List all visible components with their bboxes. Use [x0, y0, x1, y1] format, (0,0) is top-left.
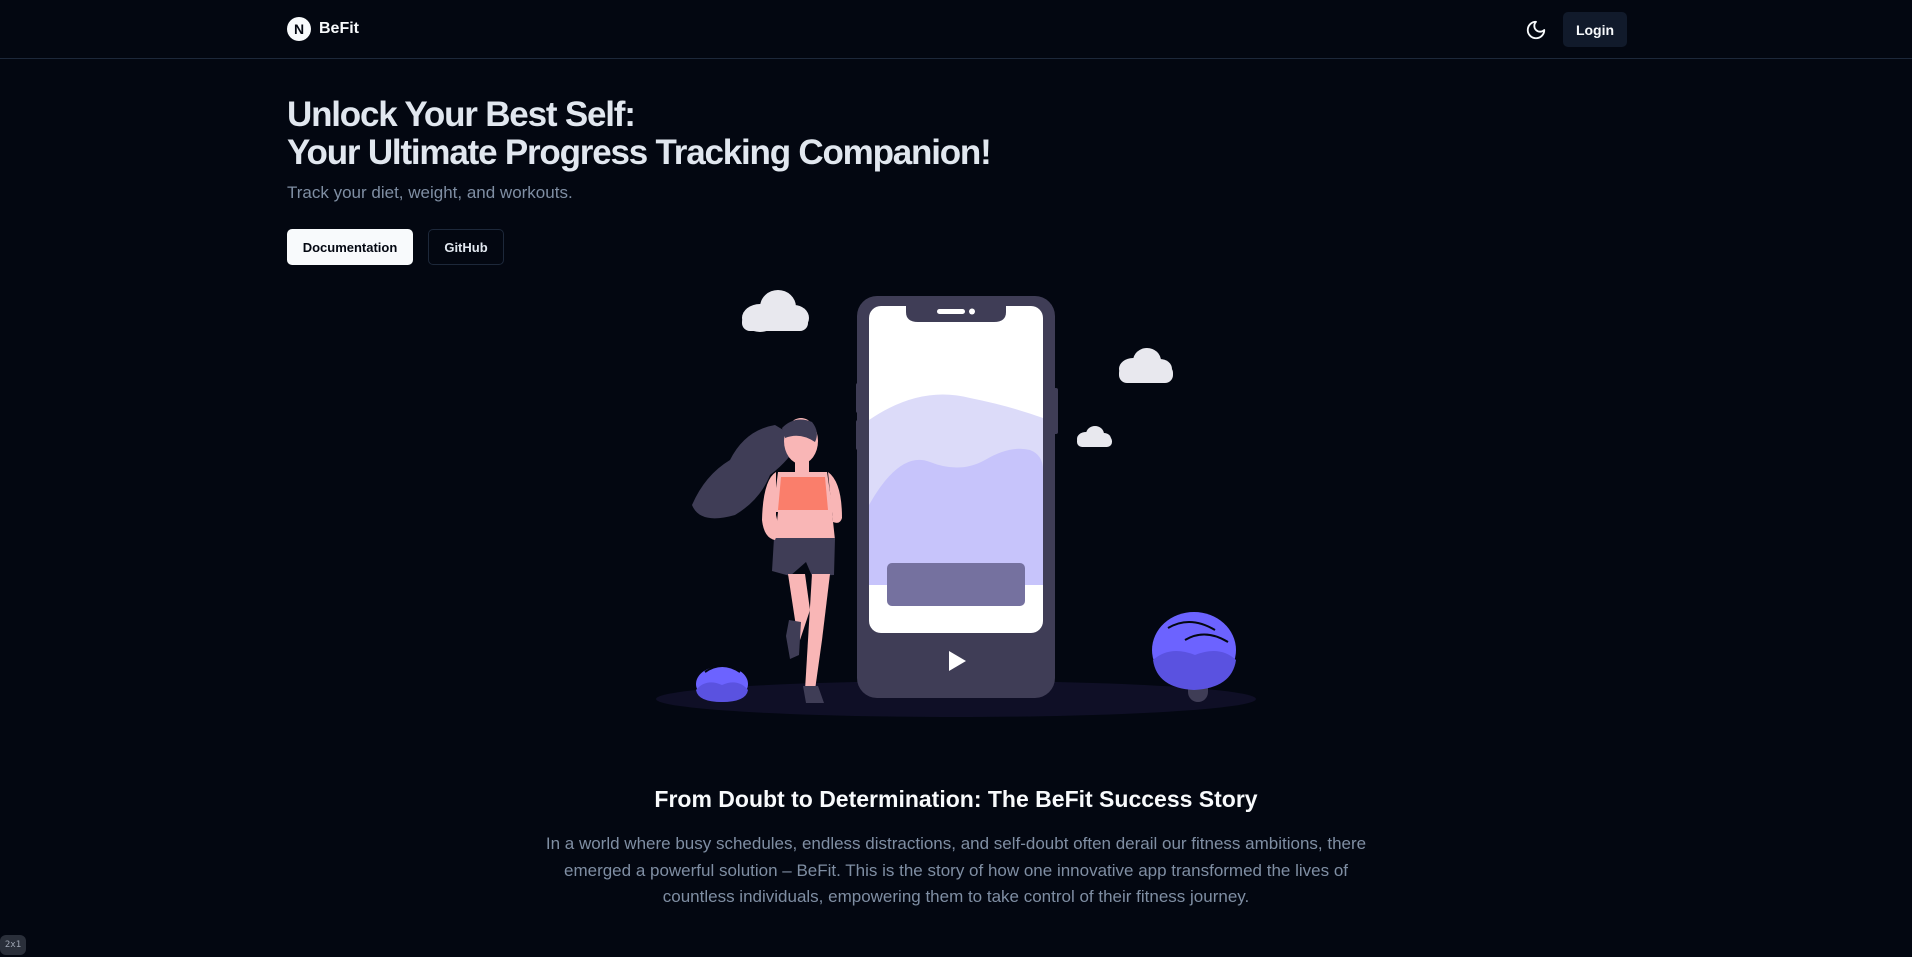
runner-woman-illustration [692, 418, 842, 703]
bush-icon [696, 665, 748, 702]
corner-badge: 2x1 [0, 935, 26, 955]
hero-illustration [656, 290, 1256, 717]
cloud-icon [1119, 348, 1173, 383]
cloud-icon [1077, 426, 1112, 447]
phone-illustration [856, 296, 1058, 698]
cloud-icon [742, 290, 809, 332]
story-text: In a world where busy schedules, endless… [545, 834, 1367, 906]
story-title: From Doubt to Determination: The BeFit S… [654, 786, 1258, 812]
